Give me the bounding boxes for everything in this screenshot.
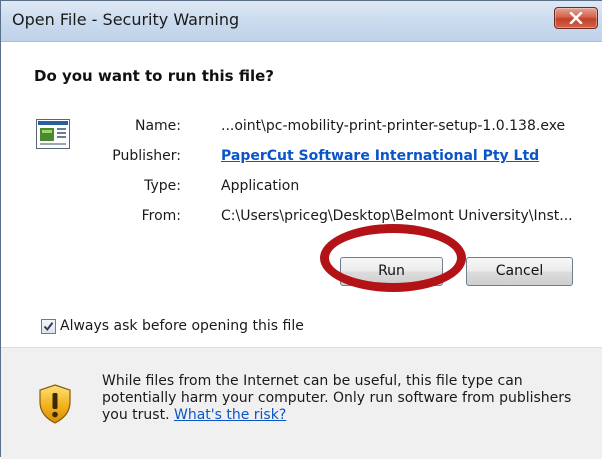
dialog-heading: Do you want to run this file? (34, 67, 274, 85)
warning-message: While files from the Internet can be use… (102, 373, 572, 424)
always-ask-label: Always ask before opening this file (60, 318, 304, 334)
close-icon (569, 12, 583, 24)
from-value: C:\Users\priceg\Desktop\Belmont Universi… (221, 208, 573, 224)
publisher-link[interactable]: PaperCut Software International Pty Ltd (221, 148, 539, 164)
title-bar[interactable]: Open File - Security Warning (1, 1, 602, 42)
name-value: ...oint\pc-mobility-print-printer-setup-… (221, 118, 566, 134)
dialog-content: Do you want to run this file? Name: ...o… (1, 42, 602, 334)
warning-text: While files from the Internet can be use… (102, 373, 572, 423)
type-value: Application (221, 178, 300, 194)
run-button[interactable]: Run (340, 257, 443, 286)
whats-the-risk-link[interactable]: What's the risk? (174, 407, 286, 423)
security-warning-dialog: Open File - Security Warning Do you want… (0, 0, 602, 459)
name-label: Name: (134, 118, 181, 134)
from-label: From: (141, 208, 181, 224)
warning-footer: While files from the Internet can be use… (1, 347, 602, 459)
cancel-button[interactable]: Cancel (466, 257, 573, 286)
close-button[interactable] (554, 7, 598, 29)
dialog-title: Open File - Security Warning (12, 10, 240, 29)
publisher-label: Publisher: (112, 148, 181, 164)
type-label: Type: (144, 178, 181, 194)
shield-warning-icon (39, 384, 71, 424)
checkmark-icon (43, 322, 54, 332)
always-ask-checkbox[interactable] (41, 319, 56, 334)
